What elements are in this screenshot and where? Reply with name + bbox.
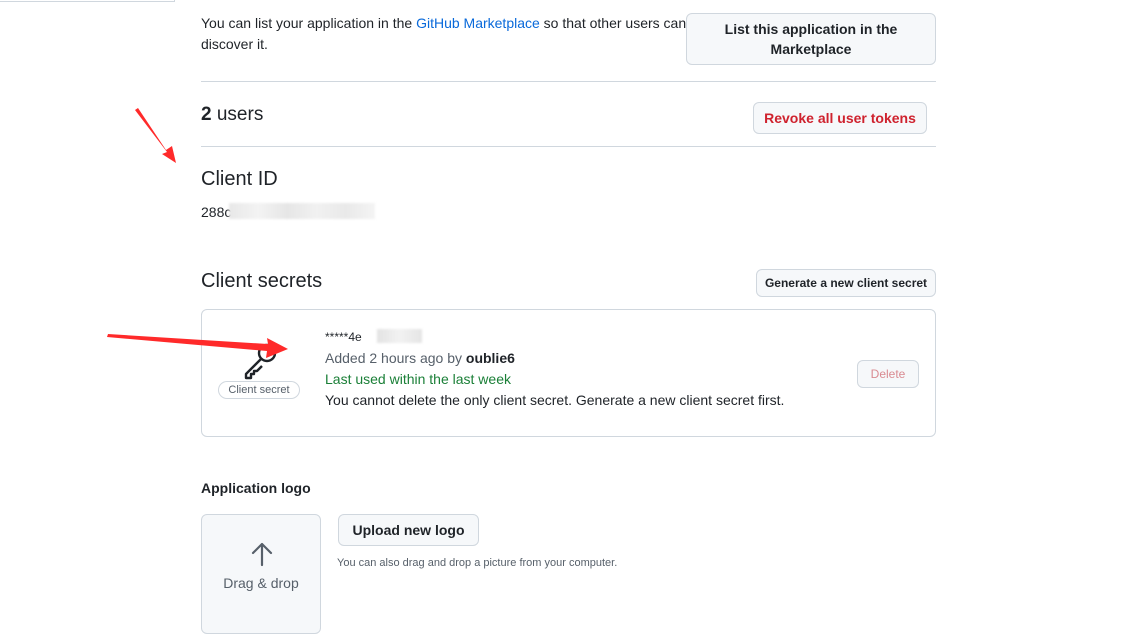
client-secret-masked-value: *****4e <box>325 330 362 344</box>
client-secret-badge: Client secret <box>218 381 300 399</box>
marketplace-text-before: You can list your application in the <box>201 15 417 31</box>
secret-delete-note: You cannot delete the only client secret… <box>325 392 785 408</box>
divider <box>201 81 936 82</box>
github-marketplace-link[interactable]: GitHub Marketplace <box>416 15 540 31</box>
marketplace-description: You can list your application in the Git… <box>201 13 691 55</box>
upload-icon <box>251 542 273 567</box>
upload-new-logo-button[interactable]: Upload new logo <box>338 514 479 546</box>
generate-client-secret-button[interactable]: Generate a new client secret <box>756 269 936 297</box>
secret-added-prefix: Added 2 hours ago by <box>325 350 466 366</box>
users-count-heading: 2 users <box>201 104 263 126</box>
logo-drop-zone[interactable]: Drag & drop <box>201 514 321 634</box>
secret-added-user: oublie6 <box>465 350 515 366</box>
secret-last-used: Last used within the last week <box>325 371 511 387</box>
drag-drop-label: Drag & drop <box>223 575 299 591</box>
annotation-arrow-client-id <box>135 108 176 163</box>
marketplace-section: You can list your application in the Git… <box>201 13 936 81</box>
top-left-panel-edge <box>0 0 175 2</box>
client-secret-redaction <box>377 329 422 343</box>
application-logo-heading: Application logo <box>201 480 311 496</box>
users-label: users <box>211 104 264 125</box>
client-id-redaction <box>229 203 375 219</box>
divider <box>201 146 936 147</box>
users-count: 2 <box>201 104 212 125</box>
client-id-heading: Client ID <box>201 168 278 190</box>
delete-secret-button[interactable]: Delete <box>857 360 919 388</box>
revoke-all-user-tokens-button[interactable]: Revoke all user tokens <box>753 102 927 134</box>
client-secret-card: Client secret *****4e Added 2 hours ago … <box>201 309 936 437</box>
client-secrets-heading: Client secrets <box>201 270 323 292</box>
key-icon <box>244 343 277 380</box>
upload-hint-text: You can also drag and drop a picture fro… <box>337 557 618 569</box>
list-in-marketplace-button[interactable]: List this application in the Marketplace <box>686 13 936 65</box>
client-id-value: 288c <box>201 204 232 220</box>
secret-added-info: Added 2 hours ago by oublie6 <box>325 348 515 368</box>
